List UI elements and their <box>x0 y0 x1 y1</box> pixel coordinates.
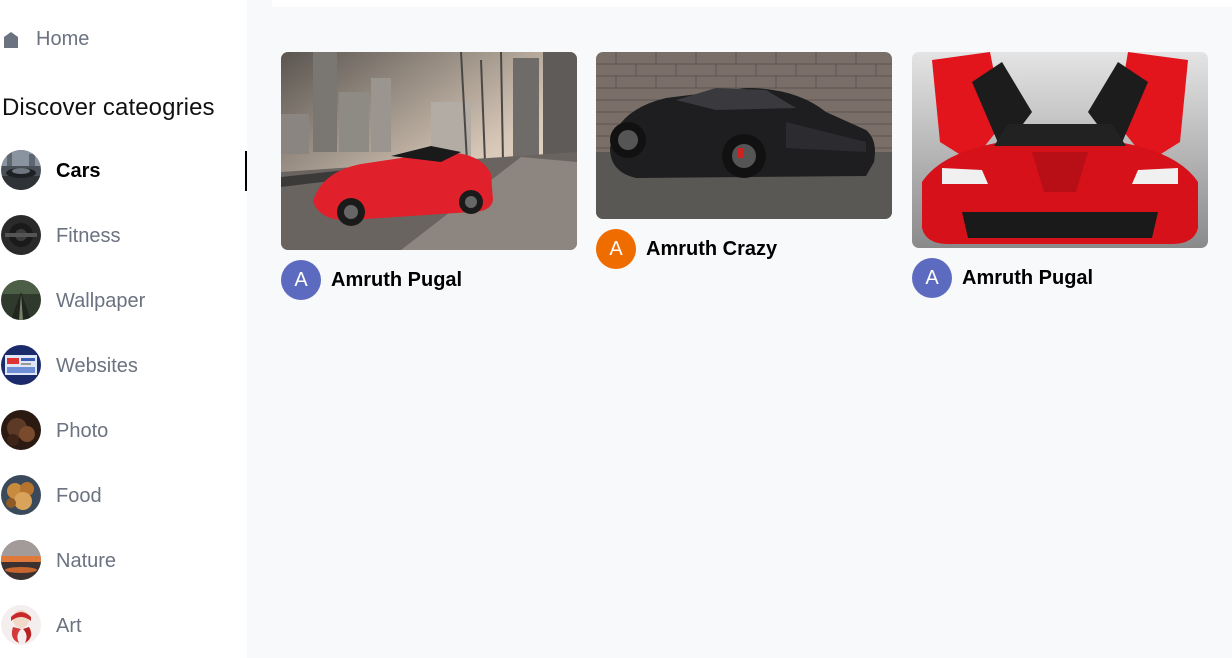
post-image[interactable] <box>281 52 577 250</box>
category-label: Art <box>56 615 82 637</box>
category-thumbnail-nature <box>1 540 41 580</box>
home-icon <box>4 31 18 48</box>
category-item-nature[interactable]: Nature <box>0 540 247 605</box>
home-label: Home <box>36 28 90 50</box>
category-thumbnail-food <box>1 475 41 515</box>
category-item-cars[interactable]: Cars <box>0 150 247 215</box>
category-item-art[interactable]: Art <box>0 605 247 658</box>
post-image[interactable] <box>596 52 892 219</box>
category-thumbnail-art <box>1 605 41 645</box>
discover-categories-heading: Discover cateogries <box>2 94 215 121</box>
category-label: Nature <box>56 550 117 572</box>
active-category-indicator <box>245 151 247 191</box>
category-item-websites[interactable]: Websites <box>0 345 247 410</box>
post-image[interactable] <box>912 52 1208 248</box>
author-name[interactable]: Amruth Pugal <box>331 269 462 292</box>
avatar[interactable]: A <box>596 229 636 269</box>
author-name[interactable]: Amruth Pugal <box>962 267 1093 290</box>
avatar[interactable]: A <box>912 258 952 298</box>
category-label: Websites <box>56 355 138 377</box>
category-thumbnail-websites <box>1 345 41 385</box>
post-author[interactable]: A Amruth Crazy <box>596 229 892 269</box>
category-label: Cars <box>56 160 101 182</box>
sidebar: Home Discover cateogries Cars Fitness Wa… <box>0 0 247 658</box>
post-card[interactable]: A Amruth Pugal <box>281 52 577 300</box>
top-bar <box>272 0 1232 7</box>
post-card[interactable]: A Amruth Crazy <box>596 52 892 269</box>
category-list: Cars Fitness Wallpaper Websites Photo Fo… <box>0 150 247 658</box>
post-card[interactable]: A Amruth Pugal <box>912 52 1208 298</box>
post-author[interactable]: A Amruth Pugal <box>281 260 577 300</box>
category-thumbnail-wallpaper <box>1 280 41 320</box>
author-name[interactable]: Amruth Crazy <box>646 238 777 261</box>
category-item-food[interactable]: Food <box>0 475 247 540</box>
category-thumbnail-fitness <box>1 215 41 255</box>
post-author[interactable]: A Amruth Pugal <box>912 258 1208 298</box>
category-item-fitness[interactable]: Fitness <box>0 215 247 280</box>
category-label: Food <box>56 485 102 507</box>
avatar[interactable]: A <box>281 260 321 300</box>
category-item-photo[interactable]: Photo <box>0 410 247 475</box>
category-thumbnail-photo <box>1 410 41 450</box>
category-label: Fitness <box>56 225 121 247</box>
category-label: Photo <box>56 420 109 442</box>
category-item-wallpaper[interactable]: Wallpaper <box>0 280 247 345</box>
category-label: Wallpaper <box>56 290 146 312</box>
category-thumbnail-cars <box>1 150 41 190</box>
home-link[interactable]: Home <box>3 28 89 51</box>
